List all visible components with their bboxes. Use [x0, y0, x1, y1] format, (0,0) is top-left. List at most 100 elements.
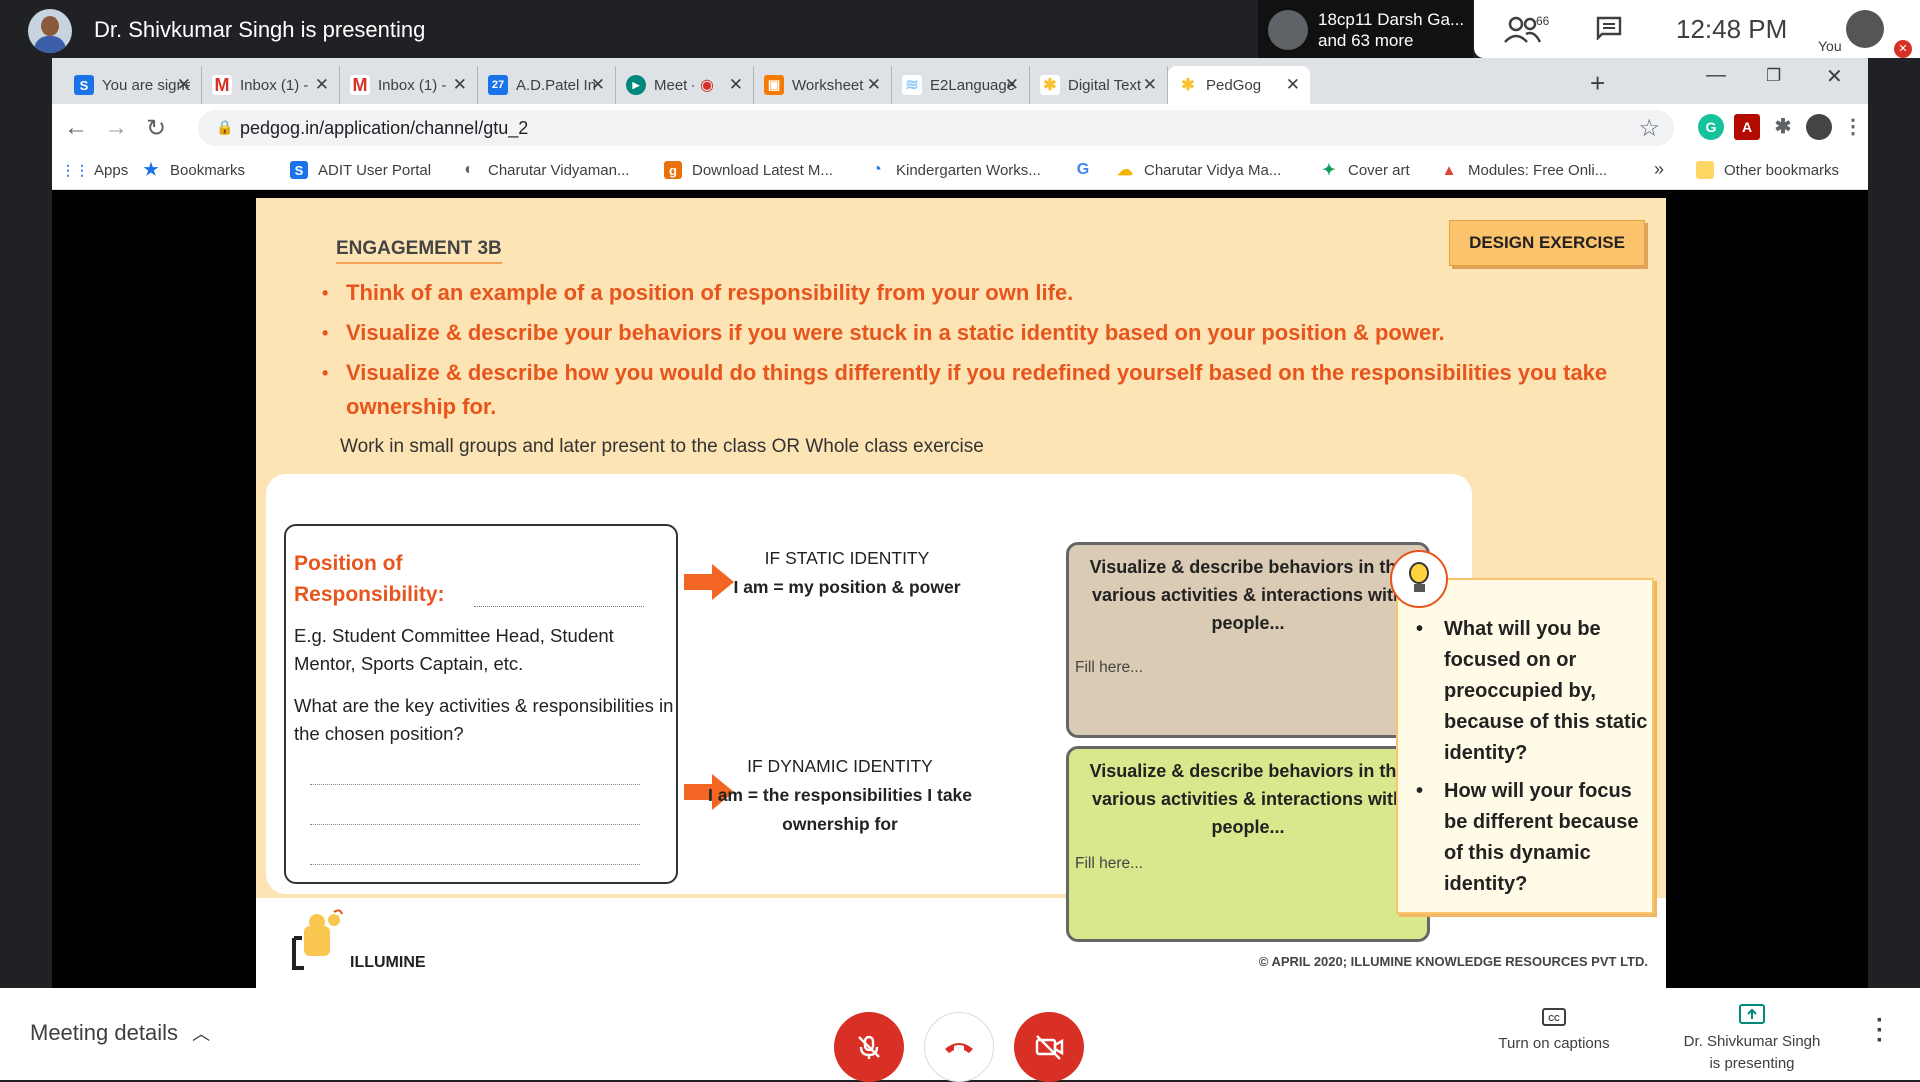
close-icon[interactable]: ✕: [315, 75, 329, 95]
fill-here-label: Fill here...: [1075, 855, 1144, 872]
back-icon[interactable]: ←: [64, 114, 88, 142]
address-bar[interactable]: 🔒 pedgog.in/application/channel/gtu_2 ☆: [198, 110, 1674, 146]
menu-icon[interactable]: ⋮: [1840, 114, 1866, 140]
close-icon[interactable]: ✕: [729, 75, 743, 95]
bookmark-item[interactable]: S ADIT User Portal: [290, 161, 431, 179]
close-icon[interactable]: ✕: [867, 75, 881, 95]
calendar-icon: 27: [488, 75, 508, 95]
leave-call-button[interactable]: [924, 1012, 994, 1082]
bookmark-item[interactable]: ▲ Modules: Free Onli...: [1440, 161, 1608, 179]
mic-off-icon: [858, 1035, 880, 1059]
reload-icon[interactable]: ↻: [146, 114, 166, 143]
dynamic-identity: IF DYNAMIC IDENTITY I am = the responsib…: [702, 752, 978, 839]
instruction-item: Visualize & describe how you would do th…: [314, 356, 1634, 424]
bookmark-item[interactable]: ☁ Charutar Vidya Ma...: [1116, 161, 1281, 180]
mic-toggle-button[interactable]: [834, 1012, 904, 1082]
reflection-question: How will your focus be different because…: [1416, 776, 1648, 900]
browser-tab[interactable]: ▣ Worksheet ✕: [754, 66, 892, 104]
chevron-up-icon: ︿: [192, 1024, 211, 1044]
bookmark-item[interactable]: ◔ Kindergarten Works...: [868, 161, 1041, 179]
close-icon[interactable]: ✕: [177, 75, 191, 95]
browser-tab-active[interactable]: ✱ PedGog ✕: [1168, 66, 1310, 104]
gmail-icon: M: [350, 75, 370, 95]
minimize-icon[interactable]: —: [1706, 64, 1726, 87]
extensions-icon[interactable]: ✱: [1770, 114, 1796, 140]
meet-top-controls: 66 12:48 PM You ✕: [1474, 0, 1920, 58]
people-count: 66: [1536, 14, 1550, 28]
shared-screen: SYou are signed✕ MInbox (1) - ✕ MInbox (…: [52, 58, 1868, 988]
camera-off-icon: [1035, 1035, 1064, 1060]
new-tab-icon[interactable]: +: [1590, 68, 1605, 99]
more-options-icon[interactable]: · · ·: [1876, 1009, 1884, 1053]
chat-icon[interactable]: [1596, 16, 1622, 40]
bookmark-item[interactable]: g Download Latest M...: [664, 161, 833, 179]
close-window-icon[interactable]: ✕: [1826, 64, 1843, 89]
position-question: What are the key activities & responsibi…: [294, 695, 674, 744]
lightbulb-icon: [1390, 550, 1448, 608]
browser-tab[interactable]: ▶ Meet - ◉ ✕: [616, 66, 754, 104]
close-icon[interactable]: ✕: [1286, 75, 1300, 95]
svg-text:CC: CC: [1548, 1014, 1560, 1023]
position-title: Position of Responsibility:: [294, 552, 445, 606]
dynamic-behaviors-title: Visualize & describe behaviors in the va…: [1089, 761, 1407, 837]
other-bookmarks-folder[interactable]: Other bookmarks: [1696, 161, 1839, 179]
bookmark-star-icon[interactable]: ☆: [1638, 114, 1660, 143]
close-icon[interactable]: ✕: [453, 75, 467, 95]
bookmark-favicon: S: [290, 161, 308, 179]
meeting-details-button[interactable]: Meeting details ︿: [30, 1020, 210, 1046]
bookmark-item[interactable]: G: [1074, 161, 1102, 179]
browser-tab[interactable]: ≋ E2Language ✕: [892, 66, 1030, 104]
bookmark-favicon: ▲: [1441, 161, 1457, 179]
pdf-extension-icon[interactable]: A: [1734, 114, 1760, 140]
close-icon[interactable]: ✕: [1143, 75, 1157, 95]
meet-icon: ▶: [626, 75, 646, 95]
bookmark-favicon: ☁: [1117, 162, 1133, 179]
instruction-item: Visualize & describe your behaviors if y…: [314, 316, 1634, 350]
close-icon[interactable]: ✕: [591, 75, 605, 95]
grammarly-icon[interactable]: G: [1698, 114, 1724, 140]
browser-tab[interactable]: ✱ Digital Text ✕: [1030, 66, 1168, 104]
browser-tab[interactable]: 27 A.D.Patel In ✕: [478, 66, 616, 104]
restore-icon[interactable]: ❐: [1766, 66, 1781, 86]
profile-icon[interactable]: [1806, 114, 1832, 140]
star-icon: ★: [143, 160, 159, 179]
dynamic-behaviors-box: Visualize & describe behaviors in the va…: [1066, 746, 1430, 942]
reflection-questions-box: What will you be focused on or preoccupi…: [1396, 578, 1654, 914]
forward-icon[interactable]: →: [104, 114, 128, 142]
work-note: Work in small groups and later present t…: [340, 436, 984, 457]
bookmark-item[interactable]: ✦ Cover art: [1320, 161, 1409, 180]
present-screen-icon: [1739, 1004, 1765, 1024]
globe-icon: ◐: [464, 161, 474, 178]
participant-tile[interactable]: 18cp11 Darsh Ga... and 63 more: [1258, 0, 1473, 58]
presenting-button[interactable]: Dr. Shivkumar Singh is presenting: [1664, 1004, 1840, 1075]
static-identity-label: IF STATIC IDENTITY: [764, 548, 930, 568]
browser-tab[interactable]: SYou are signed✕: [64, 66, 202, 104]
self-avatar[interactable]: [1846, 10, 1884, 48]
more-bookmarks-icon[interactable]: »: [1654, 159, 1664, 180]
mic-off-icon: ✕: [1894, 40, 1912, 58]
bookmark-folder[interactable]: ★ Bookmarks: [142, 160, 245, 179]
static-identity-text: I am = my position & power: [733, 577, 961, 597]
browser-tab[interactable]: M Inbox (1) - ✕: [202, 66, 340, 104]
captions-button[interactable]: CC Turn on captions: [1484, 1008, 1624, 1055]
bookmark-favicon: ✦: [1322, 162, 1336, 179]
worksheet-icon: ▣: [764, 75, 784, 95]
fill-line: [474, 606, 644, 607]
bookmark-item[interactable]: ◐ Charutar Vidyaman...: [460, 161, 629, 179]
gmail-icon: M: [212, 75, 232, 95]
meet-bottom-bar: Meeting details ︿ CC Turn on captions Dr…: [0, 988, 1920, 1082]
close-icon[interactable]: ✕: [1005, 75, 1019, 95]
captions-icon: CC: [1542, 1008, 1566, 1026]
bookmark-favicon: ◔: [872, 161, 882, 178]
browser-tab[interactable]: M Inbox (1) - ✕: [340, 66, 478, 104]
lock-icon: 🔒: [216, 119, 234, 135]
camera-toggle-button[interactable]: [1014, 1012, 1084, 1082]
pedgog-icon: ✱: [1040, 75, 1060, 95]
browser-toolbar: ← → ↻ 🔒 pedgog.in/application/channel/gt…: [52, 104, 1868, 152]
you-label: You: [1818, 38, 1842, 54]
illumine-logo-text: ILLUMINE: [350, 954, 426, 971]
url-text: pedgog.in/application/channel/gtu_2: [240, 118, 529, 138]
tab-strip: SYou are signed✕ MInbox (1) - ✕ MInbox (…: [52, 58, 1868, 104]
bookmark-apps[interactable]: ⋮⋮ Apps: [61, 161, 128, 179]
position-box: Position of Responsibility: E.g. Student…: [284, 524, 678, 884]
